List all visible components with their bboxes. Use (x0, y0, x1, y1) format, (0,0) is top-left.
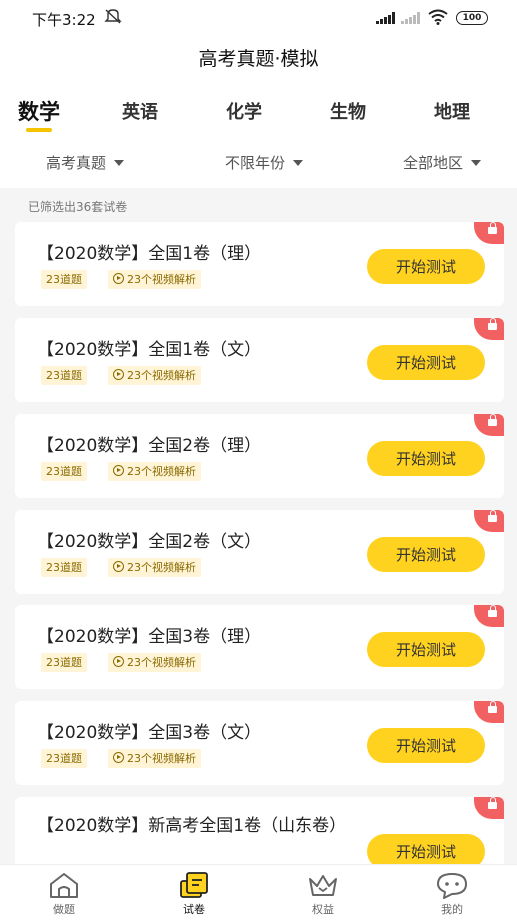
caret-down-icon (471, 159, 482, 166)
nav-papers-label: 试卷 (183, 903, 205, 916)
start-test-button[interactable]: 开始测试 (367, 441, 485, 476)
video-count-label: 23个视频解析 (127, 369, 196, 382)
lock-badge (474, 605, 504, 627)
nav-benefits-label: 权益 (312, 903, 334, 916)
question-count-tag: 23道题 (41, 366, 87, 385)
question-count-tag: 23道题 (41, 749, 87, 768)
question-count-tag: 23道题 (41, 653, 87, 672)
lock-icon (488, 510, 497, 522)
paper-title: 【2020数学】全国1卷（文） (37, 340, 262, 360)
play-icon (113, 465, 124, 476)
question-count-tag: 23道题 (41, 462, 87, 481)
paper-title: 【2020数学】全国2卷（文） (37, 532, 262, 552)
video-count-tag: 23个视频解析 (108, 462, 201, 481)
lock-icon (488, 318, 497, 330)
paper-card[interactable]: 【2020数学】全国1卷（理） 23道题 23个视频解析 开始测试 (15, 222, 504, 306)
video-count-tag: 23个视频解析 (108, 270, 201, 289)
video-count-tag: 23个视频解析 (108, 366, 201, 385)
filter-region[interactable]: 全部地区 (403, 152, 482, 173)
signal-2-icon (401, 12, 420, 24)
video-count-tag: 23个视频解析 (108, 749, 201, 768)
paper-title: 【2020数学】新高考全国1卷（山东卷） (37, 816, 347, 836)
filter-year[interactable]: 不限年份 (225, 152, 304, 173)
caret-down-icon (293, 159, 304, 166)
paper-title: 【2020数学】全国3卷（文） (37, 723, 262, 743)
video-count-label: 23个视频解析 (127, 273, 196, 286)
paper-card[interactable]: 【2020数学】全国3卷（理） 23道题 23个视频解析 开始测试 (15, 605, 504, 689)
video-count-tag: 23个视频解析 (108, 558, 201, 577)
result-count: 已筛选出36套试卷 (28, 200, 128, 214)
play-icon (113, 273, 124, 284)
start-test-button[interactable]: 开始测试 (367, 345, 485, 380)
filter-year-label: 不限年份 (225, 154, 286, 172)
start-test-button[interactable]: 开始测试 (367, 632, 485, 667)
lock-icon (488, 222, 497, 234)
start-test-button[interactable]: 开始测试 (367, 249, 485, 284)
tab-english[interactable]: 英语 (122, 98, 158, 124)
nav-practice-label: 做题 (53, 903, 75, 916)
header-area: 下午3:22 100 高考真题·模拟 数学 英语 化学 生物 地理 高考真题 不… (0, 0, 517, 188)
lock-badge (474, 701, 504, 723)
filter-exam-type-label: 高考真题 (46, 154, 107, 172)
bottom-nav: 做题 试卷 权益 我的 (0, 864, 517, 921)
play-icon (113, 656, 124, 667)
paper-title: 【2020数学】全国2卷（理） (37, 436, 262, 456)
video-count-label: 23个视频解析 (127, 465, 196, 478)
lock-badge (474, 222, 504, 244)
play-icon (113, 752, 124, 763)
chat-face-icon (437, 873, 467, 899)
papers-icon (180, 872, 208, 898)
question-count-tag: 23道题 (41, 270, 87, 289)
paper-card[interactable]: 【2020数学】全国1卷（文） 23道题 23个视频解析 开始测试 (15, 318, 504, 402)
crown-icon (309, 875, 337, 896)
paper-card[interactable]: 【2020数学】全国2卷（文） 23道题 23个视频解析 开始测试 (15, 510, 504, 594)
question-count-tag: 23道题 (41, 558, 87, 577)
video-count-label: 23个视频解析 (127, 561, 196, 574)
page-title: 高考真题·模拟 (198, 48, 319, 70)
wifi-icon (428, 9, 448, 25)
play-icon (113, 561, 124, 572)
lock-badge (474, 414, 504, 436)
status-bar: 下午3:22 100 (0, 0, 517, 36)
status-time: 下午3:22 (32, 11, 96, 29)
home-icon (50, 873, 78, 898)
lock-icon (488, 414, 497, 426)
paper-card[interactable]: 【2020数学】全国3卷（文） 23道题 23个视频解析 开始测试 (15, 701, 504, 785)
tab-biology[interactable]: 生物 (330, 98, 366, 124)
filter-exam-type[interactable]: 高考真题 (46, 152, 125, 173)
filter-region-label: 全部地区 (403, 154, 464, 172)
start-test-button[interactable]: 开始测试 (367, 728, 485, 763)
tab-chemistry[interactable]: 化学 (226, 98, 262, 124)
play-icon (113, 369, 124, 380)
tab-geography[interactable]: 地理 (434, 98, 470, 124)
caret-down-icon (114, 159, 125, 166)
paper-card[interactable]: 【2020数学】全国2卷（理） 23道题 23个视频解析 开始测试 (15, 414, 504, 498)
battery-icon: 100 (456, 11, 488, 25)
signal-icon (376, 12, 395, 24)
lock-badge (474, 510, 504, 532)
subject-tabs: 数学 英语 化学 生物 地理 (0, 98, 517, 138)
paper-title: 【2020数学】全国1卷（理） (37, 244, 262, 264)
video-count-tag: 23个视频解析 (108, 653, 201, 672)
active-tab-indicator (26, 128, 52, 132)
lock-badge (474, 318, 504, 340)
mute-icon (104, 8, 122, 28)
lock-icon (488, 701, 497, 713)
nav-mine-label: 我的 (441, 903, 463, 916)
lock-icon (488, 605, 497, 617)
video-count-label: 23个视频解析 (127, 656, 196, 669)
start-test-button[interactable]: 开始测试 (367, 537, 485, 572)
paper-title: 【2020数学】全国3卷（理） (37, 627, 262, 647)
lock-icon (488, 797, 497, 809)
tab-math[interactable]: 数学 (18, 96, 60, 126)
video-count-label: 23个视频解析 (127, 752, 196, 765)
lock-badge (474, 797, 504, 819)
